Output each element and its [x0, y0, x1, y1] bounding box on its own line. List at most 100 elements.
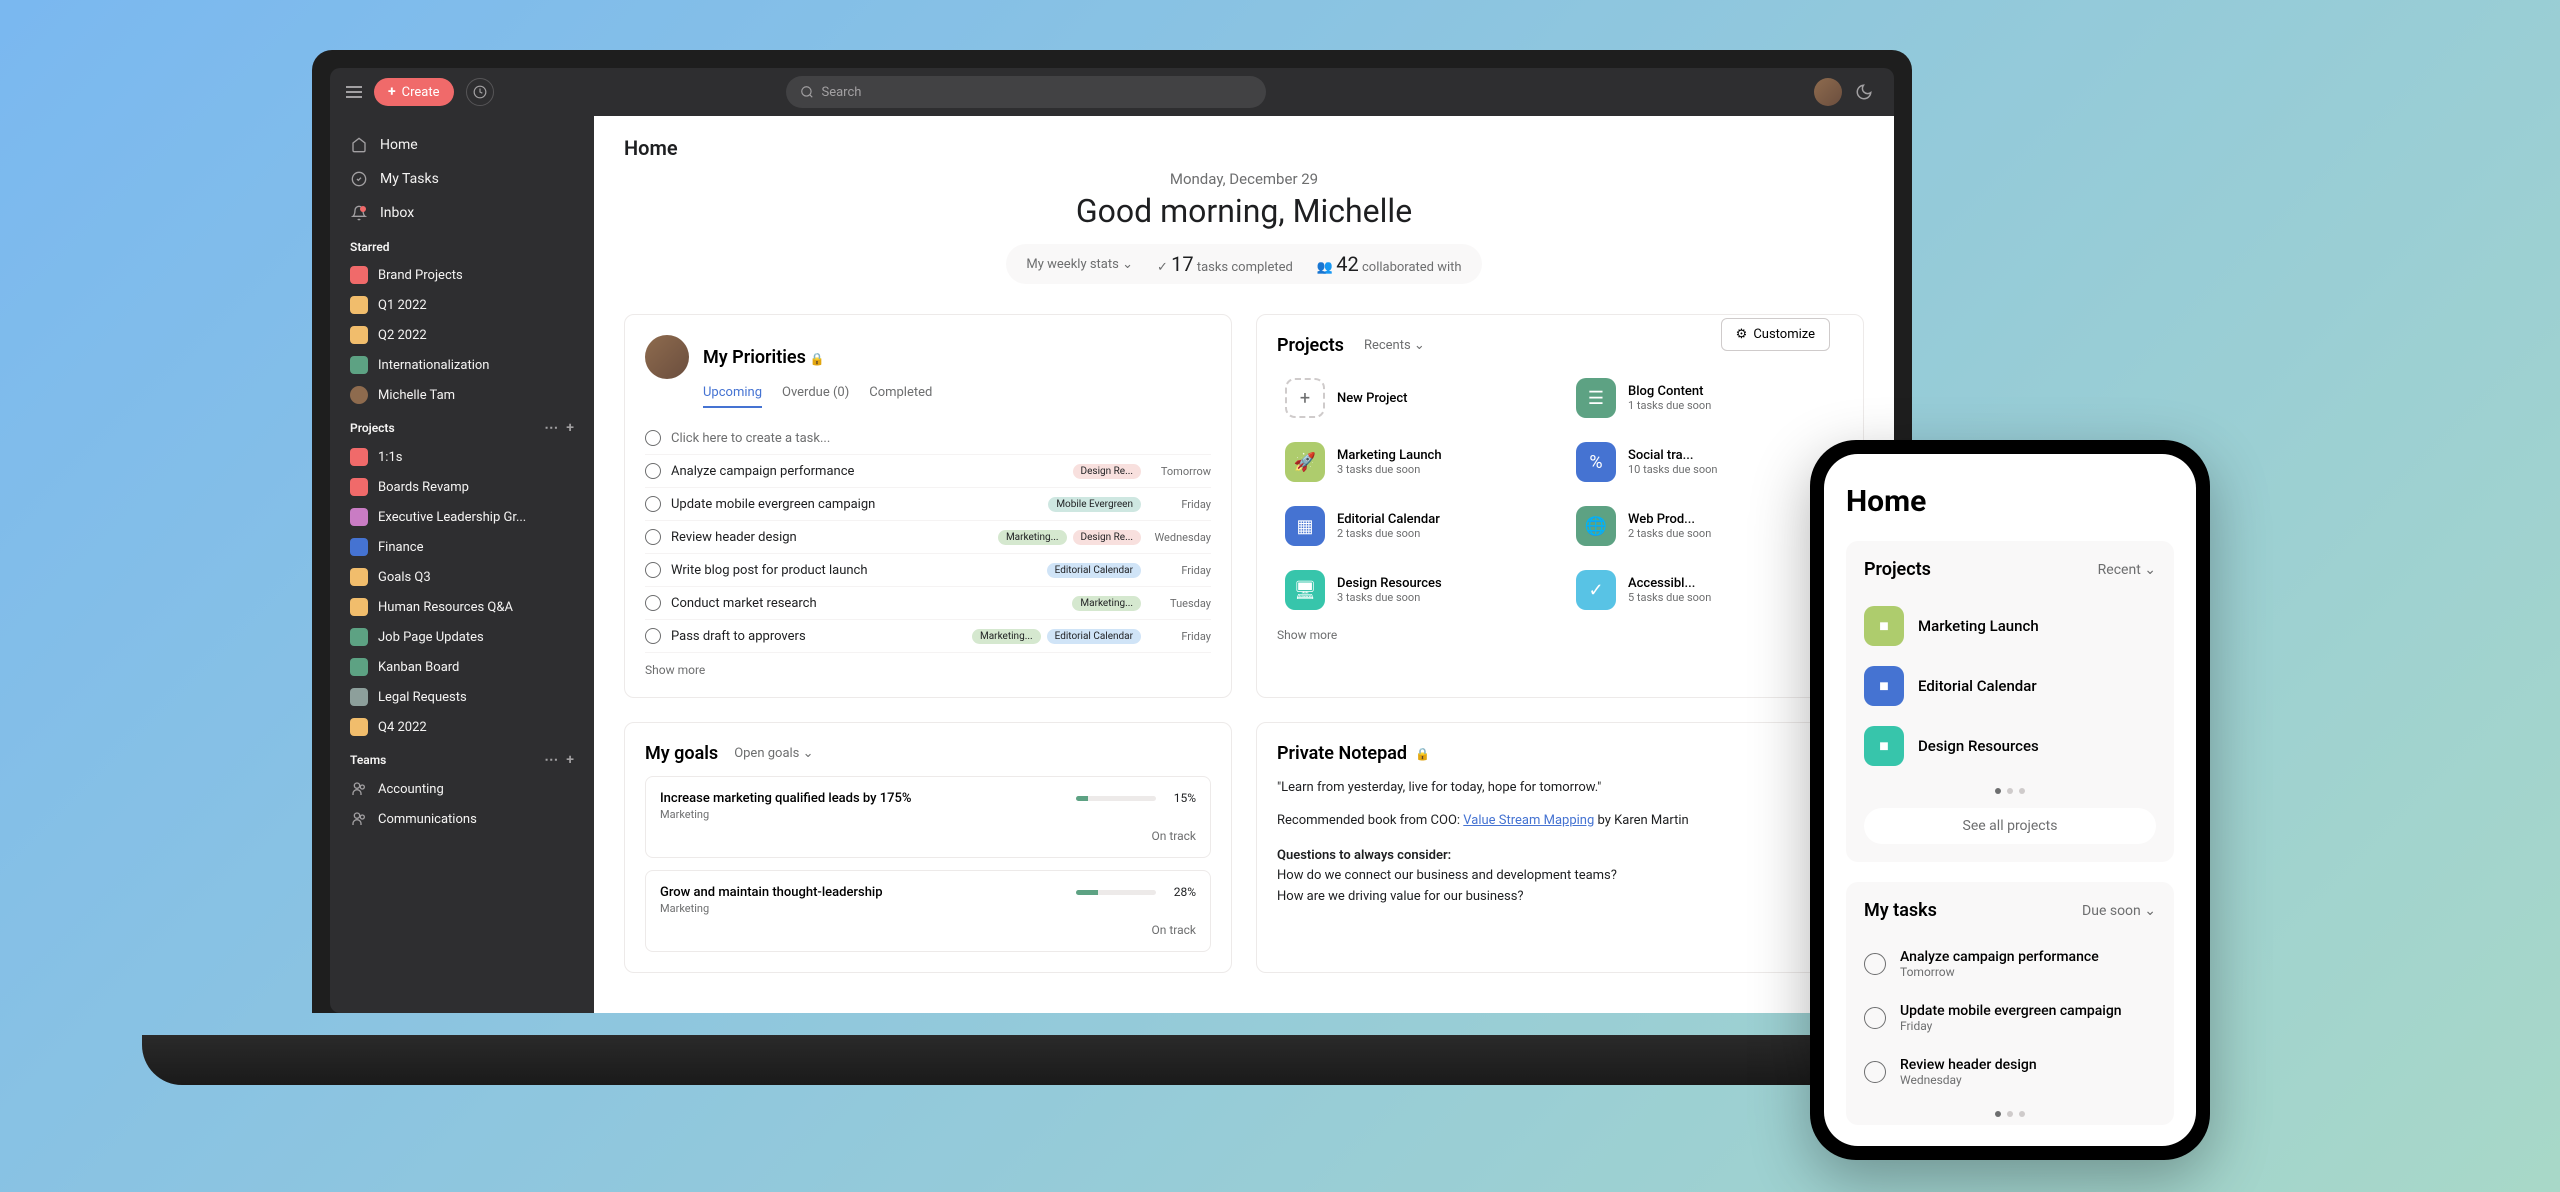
- see-all-projects-button[interactable]: See all projects: [1864, 808, 2156, 844]
- project-icon: %: [1576, 442, 1616, 482]
- sidebar-item[interactable]: Human Resources Q&A: [330, 592, 594, 622]
- tasks-completed-stat: ✓ 17 tasks completed: [1157, 252, 1293, 276]
- sidebar-item[interactable]: Boards Revamp: [330, 472, 594, 502]
- team-icon: [350, 810, 368, 828]
- sidebar-team-item[interactable]: Accounting: [330, 774, 594, 804]
- create-task-input[interactable]: Click here to create a task...: [645, 422, 1211, 455]
- phone-project-item[interactable]: ■Editorial Calendar: [1864, 656, 2156, 716]
- tab-upcoming[interactable]: Upcoming: [703, 385, 762, 408]
- nav-home[interactable]: Home: [330, 128, 594, 162]
- project-card[interactable]: ☰Blog Content1 tasks due soon: [1568, 370, 1843, 426]
- show-more-button[interactable]: Show more: [645, 663, 1211, 677]
- user-avatar[interactable]: [1814, 78, 1842, 106]
- snooze-icon[interactable]: [1850, 78, 1878, 106]
- recent-dropdown[interactable]: Recent ⌄: [2098, 562, 2156, 578]
- show-more-button[interactable]: Show more: [1277, 628, 1843, 642]
- sidebar-item[interactable]: Kanban Board: [330, 652, 594, 682]
- project-card[interactable]: ✓Accessibl...5 tasks due soon: [1568, 562, 1843, 618]
- stats-bar: My weekly stats ⌄ ✓ 17 tasks completed 👥…: [1006, 244, 1481, 284]
- sidebar-item[interactable]: Job Page Updates: [330, 622, 594, 652]
- more-icon[interactable]: ⋯: [544, 752, 558, 768]
- project-color-icon: [350, 508, 368, 526]
- settings-icon: ⚙: [1736, 327, 1748, 342]
- phone-page-title: Home: [1846, 484, 2174, 519]
- task-row[interactable]: Update mobile evergreen campaignMobile E…: [645, 488, 1211, 521]
- sidebar-item[interactable]: Q2 2022: [330, 320, 594, 350]
- value-stream-link[interactable]: Value Stream Mapping: [1463, 813, 1594, 828]
- history-icon[interactable]: [466, 78, 494, 106]
- task-row[interactable]: Review header designMarketing...Design R…: [645, 521, 1211, 554]
- project-color-icon: [350, 688, 368, 706]
- nav-inbox[interactable]: Inbox: [330, 196, 594, 230]
- customize-button[interactable]: ⚙Customize: [1721, 318, 1830, 351]
- section-projects[interactable]: Projects⋯+: [330, 410, 594, 442]
- task-date: Friday: [1151, 498, 1211, 511]
- sidebar-team-item[interactable]: Communications: [330, 804, 594, 834]
- project-card[interactable]: 🌐Web Prod...2 tasks due soon: [1568, 498, 1843, 554]
- task-row[interactable]: Conduct market researchMarketing...Tuesd…: [645, 587, 1211, 620]
- task-row[interactable]: Write blog post for product launchEditor…: [645, 554, 1211, 587]
- project-tag: Mobile Evergreen: [1048, 497, 1141, 512]
- notification-badge: [360, 206, 366, 212]
- project-tag: Design Re...: [1073, 464, 1141, 479]
- check-circle-icon[interactable]: [645, 529, 661, 545]
- goal-card[interactable]: Grow and maintain thought-leadershipMark…: [645, 870, 1211, 952]
- check-circle-icon[interactable]: [645, 562, 661, 578]
- check-circle-icon[interactable]: [645, 463, 661, 479]
- check-circle-icon[interactable]: [645, 496, 661, 512]
- notepad-content[interactable]: "Learn from yesterday, live for today, h…: [1277, 778, 1843, 908]
- phone-task-item[interactable]: Analyze campaign performanceTomorrow: [1864, 937, 2156, 991]
- phone-project-item[interactable]: ■Marketing Launch: [1864, 596, 2156, 656]
- stats-dropdown[interactable]: My weekly stats ⌄: [1026, 257, 1133, 272]
- sidebar-item[interactable]: Q4 2022: [330, 712, 594, 742]
- due-dropdown[interactable]: Due soon ⌄: [2082, 903, 2156, 919]
- check-circle-icon[interactable]: [645, 628, 661, 644]
- project-icon: ☰: [1576, 378, 1616, 418]
- goal-card[interactable]: Increase marketing qualified leads by 17…: [645, 776, 1211, 858]
- project-card[interactable]: 🖥Design Resources3 tasks due soon: [1277, 562, 1552, 618]
- task-row[interactable]: Analyze campaign performanceDesign Re...…: [645, 455, 1211, 488]
- check-circle-icon[interactable]: [1864, 1061, 1886, 1083]
- create-button[interactable]: +Create: [374, 78, 454, 106]
- recents-dropdown[interactable]: Recents ⌄: [1364, 338, 1425, 353]
- phone-project-item[interactable]: ■Design Resources: [1864, 716, 2156, 776]
- chevron-down-icon: ⌄: [803, 746, 814, 761]
- tab-completed[interactable]: Completed: [869, 385, 932, 408]
- sidebar-item[interactable]: Michelle Tam: [330, 380, 594, 410]
- project-card[interactable]: %Social tra...10 tasks due soon: [1568, 434, 1843, 490]
- check-circle-icon[interactable]: [1864, 1007, 1886, 1029]
- new-project-button[interactable]: + New Project: [1277, 370, 1552, 426]
- goals-filter-dropdown[interactable]: Open goals ⌄: [734, 746, 813, 761]
- add-icon[interactable]: +: [566, 752, 574, 768]
- sidebar-item[interactable]: Q1 2022: [330, 290, 594, 320]
- phone-task-item[interactable]: Review header designWednesday: [1864, 1045, 2156, 1099]
- sidebar-item[interactable]: Legal Requests: [330, 682, 594, 712]
- more-icon[interactable]: ⋯: [544, 420, 558, 436]
- project-icon: 🖥: [1285, 570, 1325, 610]
- sidebar-item[interactable]: Finance: [330, 532, 594, 562]
- chevron-down-icon: ⌄: [2144, 562, 2156, 578]
- project-card[interactable]: 🚀Marketing Launch3 tasks due soon: [1277, 434, 1552, 490]
- widget-title: My Priorities: [703, 347, 806, 368]
- search-input[interactable]: Search: [786, 76, 1266, 108]
- check-circle-icon[interactable]: [1864, 953, 1886, 975]
- phone-task-item[interactable]: Update mobile evergreen campaignFriday: [1864, 991, 2156, 1045]
- menu-icon[interactable]: [346, 86, 362, 98]
- search-icon: [800, 85, 814, 99]
- project-card[interactable]: ▦Editorial Calendar2 tasks due soon: [1277, 498, 1552, 554]
- check-circle-icon[interactable]: [645, 595, 661, 611]
- nav-my-tasks[interactable]: My Tasks: [330, 162, 594, 196]
- progress-bar: [1076, 890, 1156, 895]
- project-icon: 🌐: [1576, 506, 1616, 546]
- section-starred[interactable]: Starred: [330, 230, 594, 260]
- sidebar-item[interactable]: Executive Leadership Gr...: [330, 502, 594, 532]
- task-row[interactable]: Pass draft to approversMarketing...Edito…: [645, 620, 1211, 653]
- sidebar-item[interactable]: Brand Projects: [330, 260, 594, 290]
- section-teams[interactable]: Teams⋯+: [330, 742, 594, 774]
- tab-overdue[interactable]: Overdue (0): [782, 385, 849, 408]
- add-icon[interactable]: +: [566, 420, 574, 436]
- sidebar-item[interactable]: Internationalization: [330, 350, 594, 380]
- sidebar-item[interactable]: Goals Q3: [330, 562, 594, 592]
- sidebar-item[interactable]: 1:1s: [330, 442, 594, 472]
- widget-title: Private Notepad: [1277, 743, 1407, 764]
